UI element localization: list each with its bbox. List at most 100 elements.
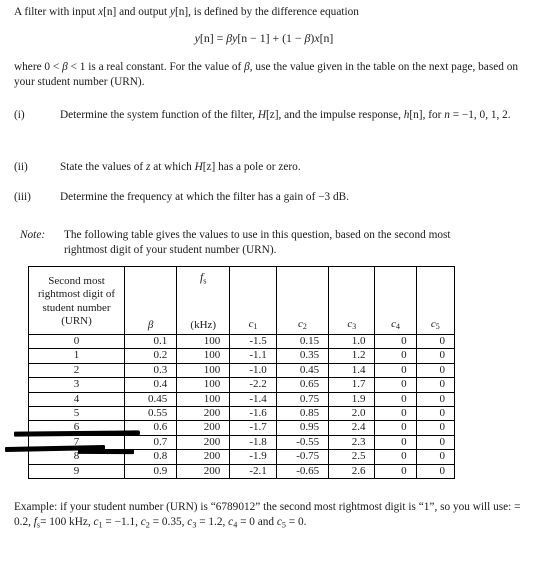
example-line-2-b: = 100 kHz, [40,516,94,529]
header-c5: c5 [415,266,456,335]
table-row: 7 0.7 200 -1.8 -0.55 2.3 0 0 [27,434,456,451]
cell-c5: 0 [415,391,456,408]
table-row: 9 0.9 200 -2.1 -0.65 2.6 0 0 [27,463,456,480]
item-i-H-symbol: H [257,109,266,121]
header-beta: β [124,266,178,335]
intro-text-prefix: A filter with input [14,6,99,18]
header-fs-unit: (kHz) [190,319,217,331]
cell-c3: 1.7 [328,377,376,393]
where-paragraph: where 0 < β < 1 is a real constant. For … [14,60,519,90]
cell-c2: -0.75 [275,449,330,465]
cell-c5: 0 [415,463,456,480]
where-part-2: < 1 is a real constant. For the value of [67,61,245,73]
header-c2: c2 [275,266,330,335]
cell-digit: 3 [27,377,126,393]
example-line-1: Example: if your student number (URN) is… [14,501,406,513]
cell-fs: 200 [176,434,231,451]
cell-c2: 0.95 [275,420,330,436]
eq-plus-group: + (1 − [269,31,305,45]
header-c2-sub: 2 [302,322,307,331]
item-i-text-a: Determine the system function of the fil… [60,109,258,121]
cell-c3: 2.3 [328,434,376,451]
cell-c4: 0 [374,420,417,436]
table-row: 5 0.55 200 -1.6 0.85 2.0 0 0 [27,406,456,422]
cell-digit: 6 [27,420,126,436]
cell-c3: 1.2 [328,348,376,364]
item-i-text-b: , and the impulse response, [278,109,404,121]
item-ii-text-a: State the values of [60,161,146,173]
cell-c1: -1.8 [229,434,277,451]
cell-beta: 0.45 [124,391,178,408]
header-sampling-frequency: fs (kHz) [176,266,231,335]
cell-c1: -1.7 [229,420,277,436]
cell-c4: 0 [374,406,417,422]
item-ii-text-b: at which [150,161,195,173]
cell-fs: 100 [176,391,231,408]
cell-c3: 2.5 [328,449,376,465]
cell-c3: 2.0 [328,406,376,422]
item-ii-text-c: has a pole or zero. [215,161,301,173]
item-i-h-index: [n] [409,109,423,121]
cell-c1: -1.9 [229,449,277,465]
table-row: 6 0.6 200 -1.7 0.95 2.4 0 0 [27,420,456,436]
values-table: Second most rightmost digit of student n… [27,266,456,480]
values-table-wrapper: Second most rightmost digit of student n… [27,266,456,480]
item-i-number: (i) [14,109,25,121]
cell-beta: 0.4 [124,377,178,393]
intro-text-suffix: , is defined by the difference equation [188,6,359,18]
cell-c4: 0 [374,377,417,393]
cell-digit: 7 [27,434,126,451]
header-c3-sub: 3 [352,322,357,331]
example-line-2-c: = −1.1, [102,516,141,529]
cell-c3: 1.0 [328,333,376,350]
item-iii-number: (iii) [14,191,31,203]
cell-c2: 0.35 [275,348,330,364]
cell-digit: 4 [27,391,126,408]
cell-fs: 100 [176,377,231,393]
cell-c5: 0 [415,362,456,379]
cell-beta: 0.2 [124,348,178,364]
eq-term2-index: [n] [319,31,334,45]
cell-c4: 0 [374,463,417,480]
cell-c5: 0 [415,406,456,422]
intro-text-mid: and output [116,6,170,18]
cell-c1: -2.2 [229,377,277,393]
cell-c4: 0 [374,434,417,451]
cell-fs: 200 [176,463,231,480]
cell-digit: 8 [27,449,126,465]
note-block: Note: The following table gives the valu… [20,228,495,258]
cell-c4: 0 [374,391,417,408]
cell-c1: -2.1 [229,463,277,480]
header-c3: c3 [328,266,376,335]
table-row: 0 0.1 100 -1.5 0.15 1.0 0 0 [27,333,456,350]
item-ii-body: State the values of z at which H[z] has … [60,160,519,175]
intro-output-index: [n] [174,6,189,18]
header-c1: c1 [229,266,277,335]
cell-c2: 0.65 [275,377,330,393]
table-header-row: Second most rightmost digit of student n… [27,266,456,335]
cell-fs: 100 [176,362,231,379]
question-item-i: (i) Determine the system function of the… [14,108,519,123]
cell-c2: -0.65 [275,463,330,480]
item-ii-H-symbol: H [194,161,203,173]
item-i-text-d: = −1, 0, 1, 2. [449,109,511,121]
table-row: 8 0.8 200 -1.9 -0.75 2.5 0 0 [27,449,456,465]
item-iii-body: Determine the frequency at which the fil… [60,191,350,203]
cell-beta: 0.9 [124,463,178,480]
cell-c5: 0 [415,348,456,364]
table-row: 1 0.2 100 -1.1 0.35 1.2 0 0 [27,348,456,364]
cell-c2: 0.85 [275,406,330,422]
cell-c4: 0 [374,333,417,350]
cell-fs: 100 [176,348,231,364]
example-paragraph: Example: if your student number (URN) is… [14,500,524,533]
values-table-body: 0 0.1 100 -1.5 0.15 1.0 0 0 1 0.2 100 -1.1 0.35 1.2 0 0… [27,333,456,480]
cell-beta: 0.55 [124,406,178,422]
cell-c5: 0 [415,449,456,465]
eq-equals: = [213,31,227,45]
question-item-ii: (ii) State the values of z at which H[z]… [14,160,519,175]
example-line-3-b: = 0. [285,516,307,529]
difference-equation: y[n] = βy[n − 1] + (1 − β)x[n] [14,30,514,46]
values-table-head: Second most rightmost digit of student n… [27,266,456,335]
header-fs-sub: s [203,276,207,286]
table-row: 3 0.4 100 -2.2 0.65 1.7 0 0 [27,377,456,393]
